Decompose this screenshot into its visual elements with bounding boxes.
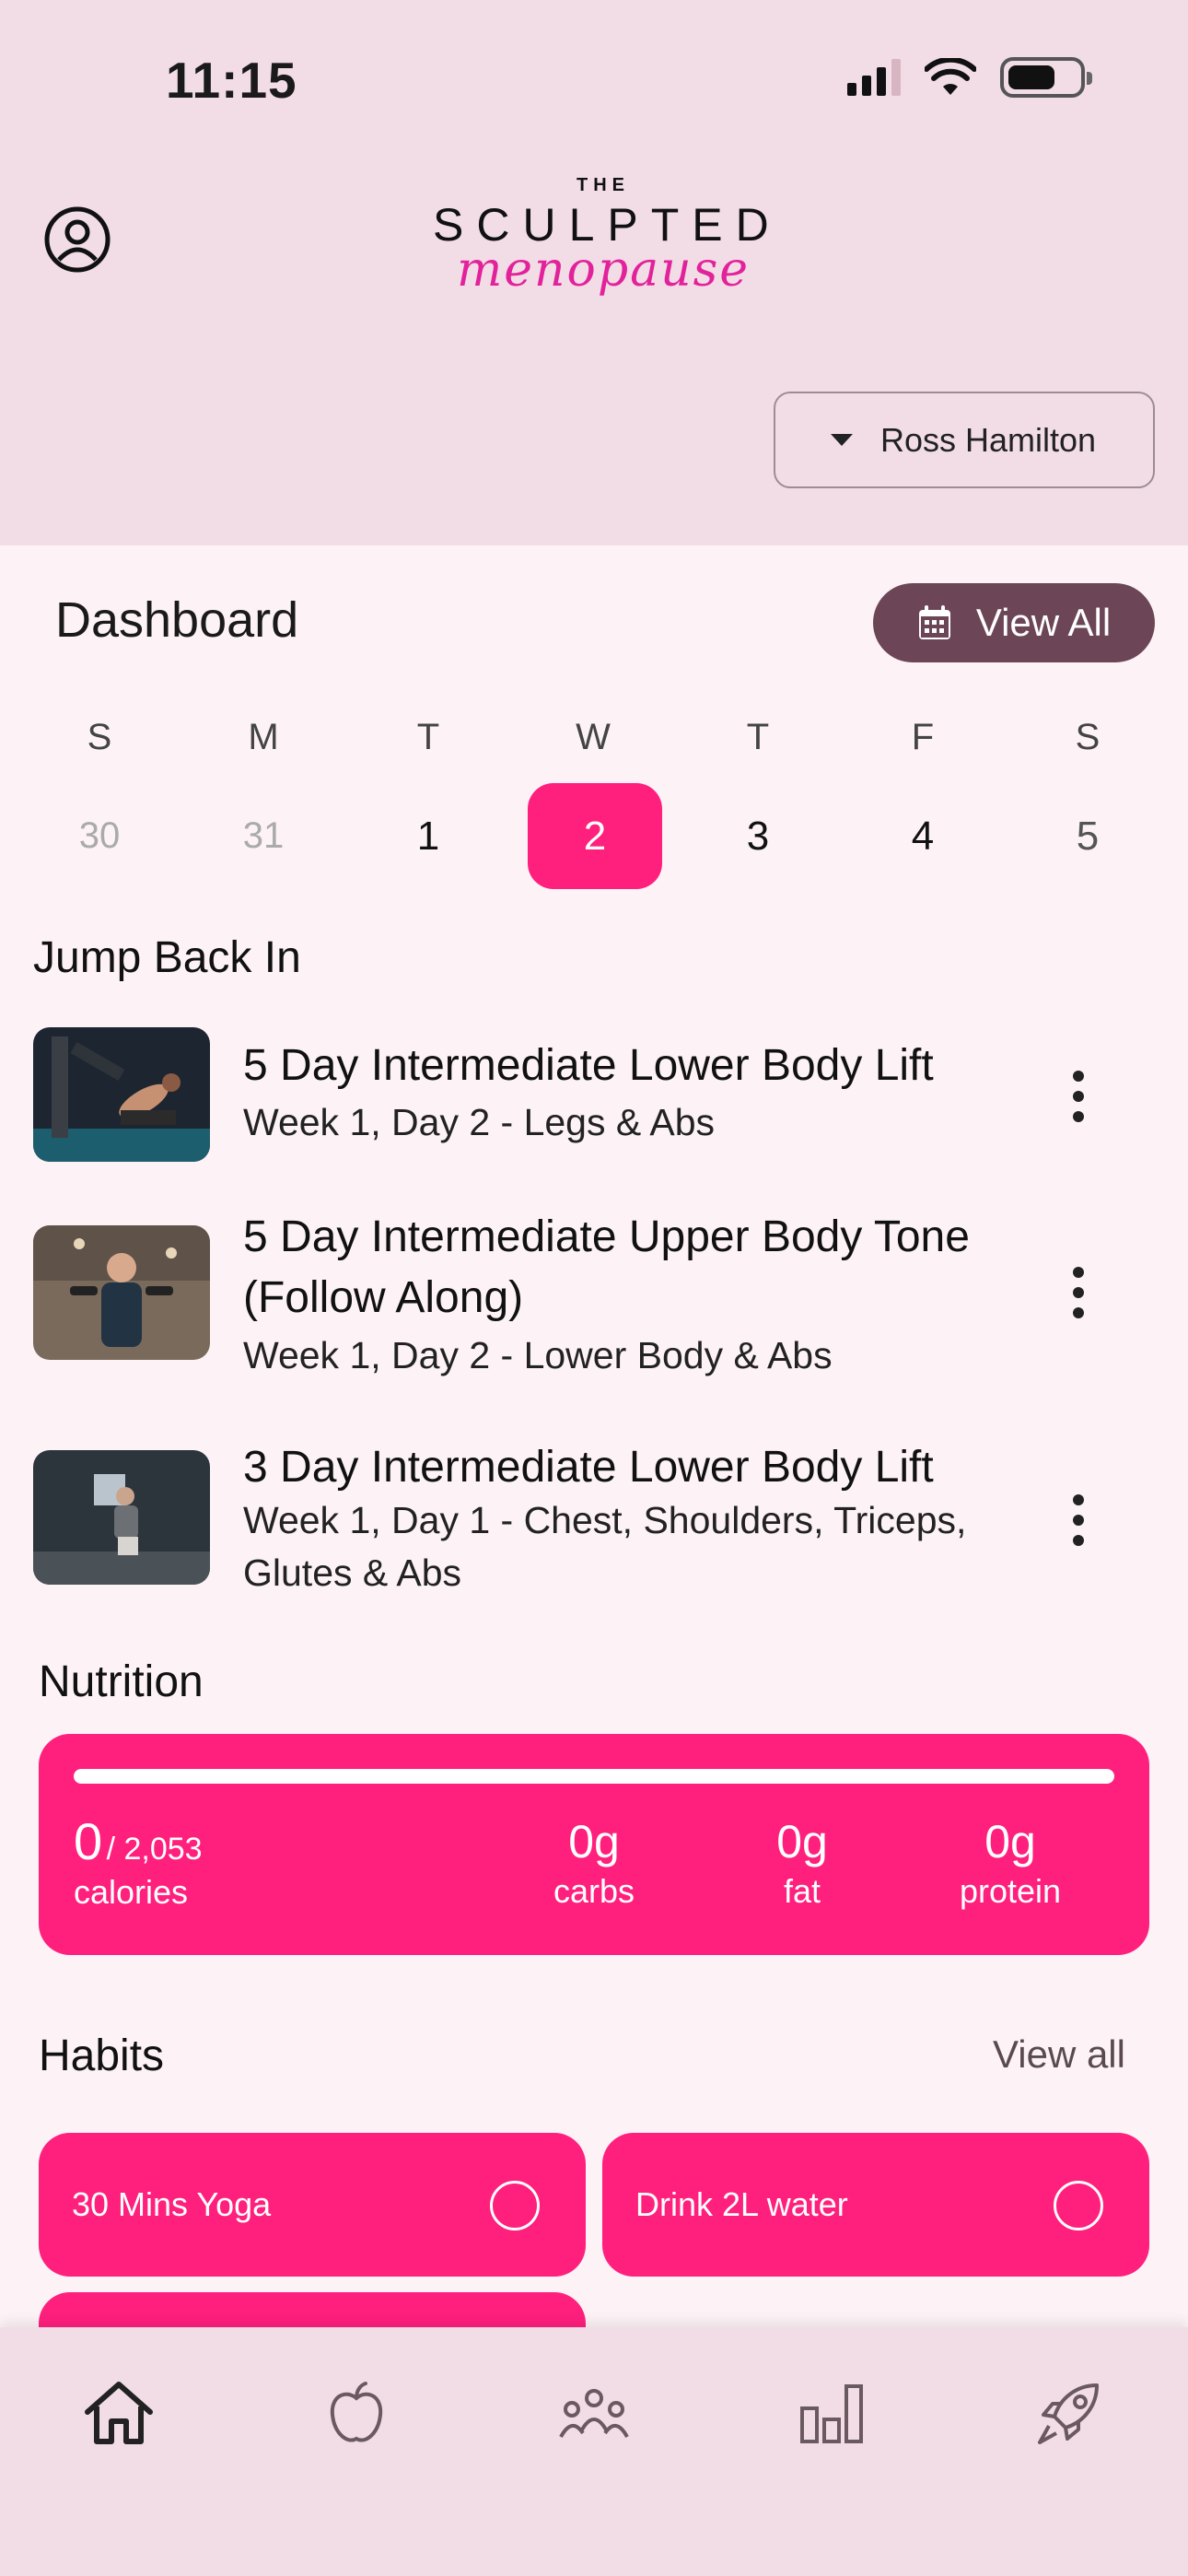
macro-carbs: 0g carbs: [516, 1815, 672, 1911]
calories-summary: 0 / 2,053 calories: [74, 1811, 203, 1912]
habit-check-circle-icon[interactable]: [1054, 2181, 1103, 2231]
day-number[interactable]: 4: [856, 783, 990, 889]
view-all-label: View All: [975, 601, 1112, 644]
day-letter: W: [576, 717, 611, 757]
brand-logo: THE SCULPTED menopause: [433, 175, 774, 304]
macro-value: 0g: [568, 1816, 620, 1868]
workout-title: 3 Day Intermediate Lower Body Lift: [243, 1443, 934, 1492]
calories-value: 0: [74, 1812, 103, 1870]
macro-label: fat: [783, 1872, 821, 1910]
calories-goal: / 2,053: [106, 1832, 203, 1867]
day-letter: T: [416, 717, 440, 757]
logo-sculpted: SCULPTED: [433, 199, 782, 251]
macro-value: 0g: [776, 1816, 828, 1868]
workout-subtitle: Week 1, Day 2 - Legs & Abs: [243, 1101, 715, 1143]
logo-menopause: menopause: [456, 242, 751, 298]
calories-progress-bar: [74, 1769, 1114, 1784]
macro-value: 0g: [984, 1816, 1036, 1868]
macro-protein: 0g protein: [932, 1815, 1089, 1911]
macro-label: protein: [959, 1872, 1062, 1910]
caret-down-icon: [831, 434, 853, 446]
home-icon[interactable]: [77, 2371, 160, 2454]
workout-item[interactable]: 5 Day Intermediate Lower Body Lift Week …: [33, 1025, 1157, 1163]
habit-item[interactable]: 30 Mins Yoga: [39, 2133, 586, 2277]
day-number[interactable]: 1: [361, 783, 495, 889]
app-header: 11:15 THE SCULPTED menopause Ross Hamilt…: [0, 0, 1188, 545]
user-select-dropdown[interactable]: Ross Hamilton: [774, 392, 1155, 488]
user-select-label: Ross Hamilton: [880, 420, 1097, 459]
community-icon[interactable]: [553, 2371, 635, 2454]
workout-thumbnail: [33, 1225, 210, 1360]
habit-item[interactable]: Drink 2L water: [602, 2133, 1149, 2277]
logo-the: THE: [577, 175, 630, 195]
more-options-icon[interactable]: [1072, 1494, 1085, 1546]
status-time: 11:15: [166, 52, 297, 109]
workout-title: 5 Day Intermediate Lower Body Lift: [243, 1041, 934, 1090]
workout-item[interactable]: 3 Day Intermediate Lower Body Lift Week …: [33, 1437, 1157, 1612]
profile-icon[interactable]: [42, 205, 112, 275]
habits-title: Habits: [39, 2032, 165, 2080]
macro-label: carbs: [553, 1872, 635, 1910]
more-options-icon[interactable]: [1072, 1071, 1085, 1122]
day-number[interactable]: 3: [691, 783, 825, 889]
calendar-icon: [918, 605, 950, 639]
rocket-icon[interactable]: [1028, 2371, 1111, 2454]
macro-fat: 0g fat: [724, 1815, 880, 1911]
day-letter: S: [1075, 717, 1101, 757]
workout-thumbnail: [33, 1027, 210, 1162]
nutrition-title: Nutrition: [39, 1657, 204, 1706]
habits-view-all-link[interactable]: View all: [993, 2032, 1125, 2077]
workout-item[interactable]: 5 Day Intermediate Upper Body Tone (Foll…: [33, 1207, 1157, 1382]
day-letter: M: [248, 717, 279, 757]
day-letter: T: [746, 717, 770, 757]
workout-subtitle: Week 1, Day 1 - Chest, Shoulders, Tricep…: [243, 1499, 967, 1594]
dashboard-title: Dashboard: [55, 592, 299, 648]
cellular-signal-icon: [847, 59, 901, 96]
stats-icon[interactable]: [790, 2371, 873, 2454]
day-number[interactable]: 31: [196, 783, 331, 889]
calories-label: calories: [74, 1873, 189, 1911]
day-number[interactable]: 30: [32, 783, 167, 889]
workout-subtitle: Week 1, Day 2 - Lower Body & Abs: [243, 1334, 833, 1376]
day-letter: S: [87, 717, 112, 757]
battery-icon: [1000, 57, 1092, 98]
day-letter: F: [911, 717, 935, 757]
day-number[interactable]: 5: [1020, 783, 1155, 889]
workout-title: 5 Day Intermediate Upper Body Tone (Foll…: [243, 1212, 970, 1322]
more-options-icon[interactable]: [1072, 1267, 1085, 1318]
view-all-button[interactable]: View All: [873, 583, 1155, 662]
apple-icon[interactable]: [315, 2371, 398, 2454]
status-icons: [847, 57, 1092, 98]
nutrition-card[interactable]: 0 / 2,053 calories 0g carbs 0g fat 0g pr…: [39, 1734, 1149, 1955]
jump-back-in-title: Jump Back In: [33, 933, 301, 982]
bottom-tab-bar: [0, 2327, 1188, 2576]
wifi-icon: [925, 58, 976, 95]
habit-label: 30 Mins Yoga: [72, 2185, 272, 2223]
habit-label: Drink 2L water: [635, 2185, 848, 2223]
habit-check-circle-icon[interactable]: [490, 2181, 540, 2231]
day-number-selected[interactable]: 2: [528, 783, 662, 889]
workout-thumbnail: [33, 1450, 210, 1585]
